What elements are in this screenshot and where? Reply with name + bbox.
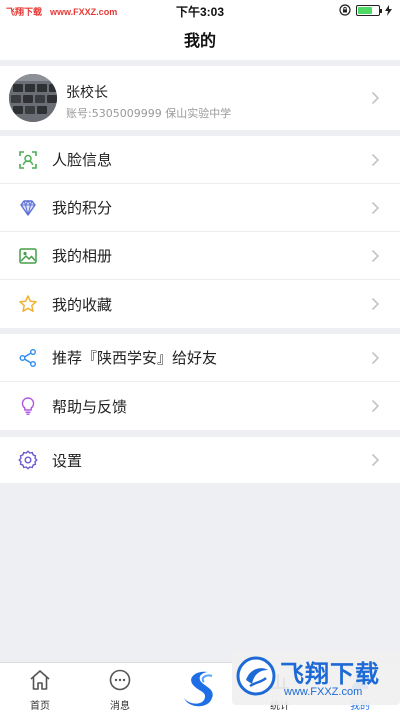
battery-icon bbox=[356, 4, 382, 16]
gear-icon bbox=[18, 450, 38, 470]
rotation-lock-icon bbox=[339, 4, 351, 16]
menu-item-label: 我的收藏 bbox=[52, 295, 113, 314]
home-icon bbox=[30, 670, 50, 690]
chevron-right-icon bbox=[371, 399, 380, 413]
menu-item-label: 我的相册 bbox=[52, 247, 113, 265]
menu-item-favorites[interactable]: 我的收藏 bbox=[0, 280, 400, 328]
profile-account: 账号:5305009999 保山实验中学 bbox=[66, 107, 232, 120]
tab-label: 首页 bbox=[30, 701, 50, 710]
tab-messages[interactable]: 消息 bbox=[80, 663, 160, 710]
chevron-right-icon bbox=[371, 453, 380, 467]
watermark-logo-icon bbox=[236, 656, 276, 696]
chevron-right-icon bbox=[371, 249, 380, 262]
avatar-image bbox=[9, 74, 57, 122]
menu-item-album[interactable]: 我的相册 bbox=[0, 232, 400, 280]
menu-group-support: 推荐『陕西学安』给好友 帮助与反馈 bbox=[0, 334, 400, 430]
star-icon bbox=[19, 295, 37, 312]
menu-item-label: 帮助与反馈 bbox=[52, 397, 128, 416]
watermark-badge: 飞翔下载 www.FXXZ.com bbox=[232, 650, 400, 705]
watermark-url: www.FXXZ.com bbox=[284, 686, 363, 698]
watermark-title: 飞翔下载 bbox=[280, 660, 380, 688]
photo-album-icon bbox=[19, 247, 37, 264]
charging-icon bbox=[385, 4, 392, 16]
share-icon bbox=[19, 348, 36, 367]
status-icons bbox=[339, 4, 392, 16]
chevron-right-icon bbox=[371, 153, 380, 166]
menu-item-label: 人脸信息 bbox=[52, 151, 113, 169]
chevron-right-icon bbox=[371, 351, 380, 364]
tab-home[interactable]: 首页 bbox=[0, 663, 80, 710]
menu-item-points[interactable]: 我的积分 bbox=[0, 184, 400, 232]
menu-group-settings: 设置 bbox=[0, 437, 400, 483]
chevron-right-icon bbox=[371, 201, 380, 214]
lightbulb-icon bbox=[21, 397, 35, 415]
diamond-icon bbox=[20, 199, 36, 216]
app-logo-icon[interactable] bbox=[178, 668, 222, 708]
tab-label: 消息 bbox=[110, 701, 130, 710]
menu-item-label: 推荐『陕西学安』给好友 bbox=[52, 349, 218, 367]
menu-item-help-feedback[interactable]: 帮助与反馈 bbox=[0, 382, 400, 430]
message-icon bbox=[109, 669, 131, 691]
menu-item-share-app[interactable]: 推荐『陕西学安』给好友 bbox=[0, 334, 400, 382]
menu-item-settings[interactable]: 设置 bbox=[0, 437, 400, 483]
menu-item-label: 设置 bbox=[52, 451, 83, 470]
page-title: 我的 bbox=[183, 31, 216, 50]
menu-item-face-info[interactable]: 人脸信息 bbox=[0, 136, 400, 184]
menu-item-label: 我的积分 bbox=[52, 199, 113, 217]
profile-name: 张校长 bbox=[66, 85, 108, 101]
menu-group-account: 人脸信息 我的积分 我的相册 我的收藏 bbox=[0, 136, 400, 328]
nav-bar: 我的 bbox=[0, 22, 400, 60]
avatar bbox=[9, 74, 57, 122]
status-bar: 飞翔下载 www.FXXZ.com 下午3:03 bbox=[0, 0, 400, 22]
chevron-right-icon bbox=[371, 297, 380, 311]
face-scan-icon bbox=[19, 150, 37, 169]
chevron-right-icon bbox=[371, 91, 380, 105]
profile-card[interactable]: 张校长 账号:5305009999 保山实验中学 bbox=[0, 66, 400, 130]
